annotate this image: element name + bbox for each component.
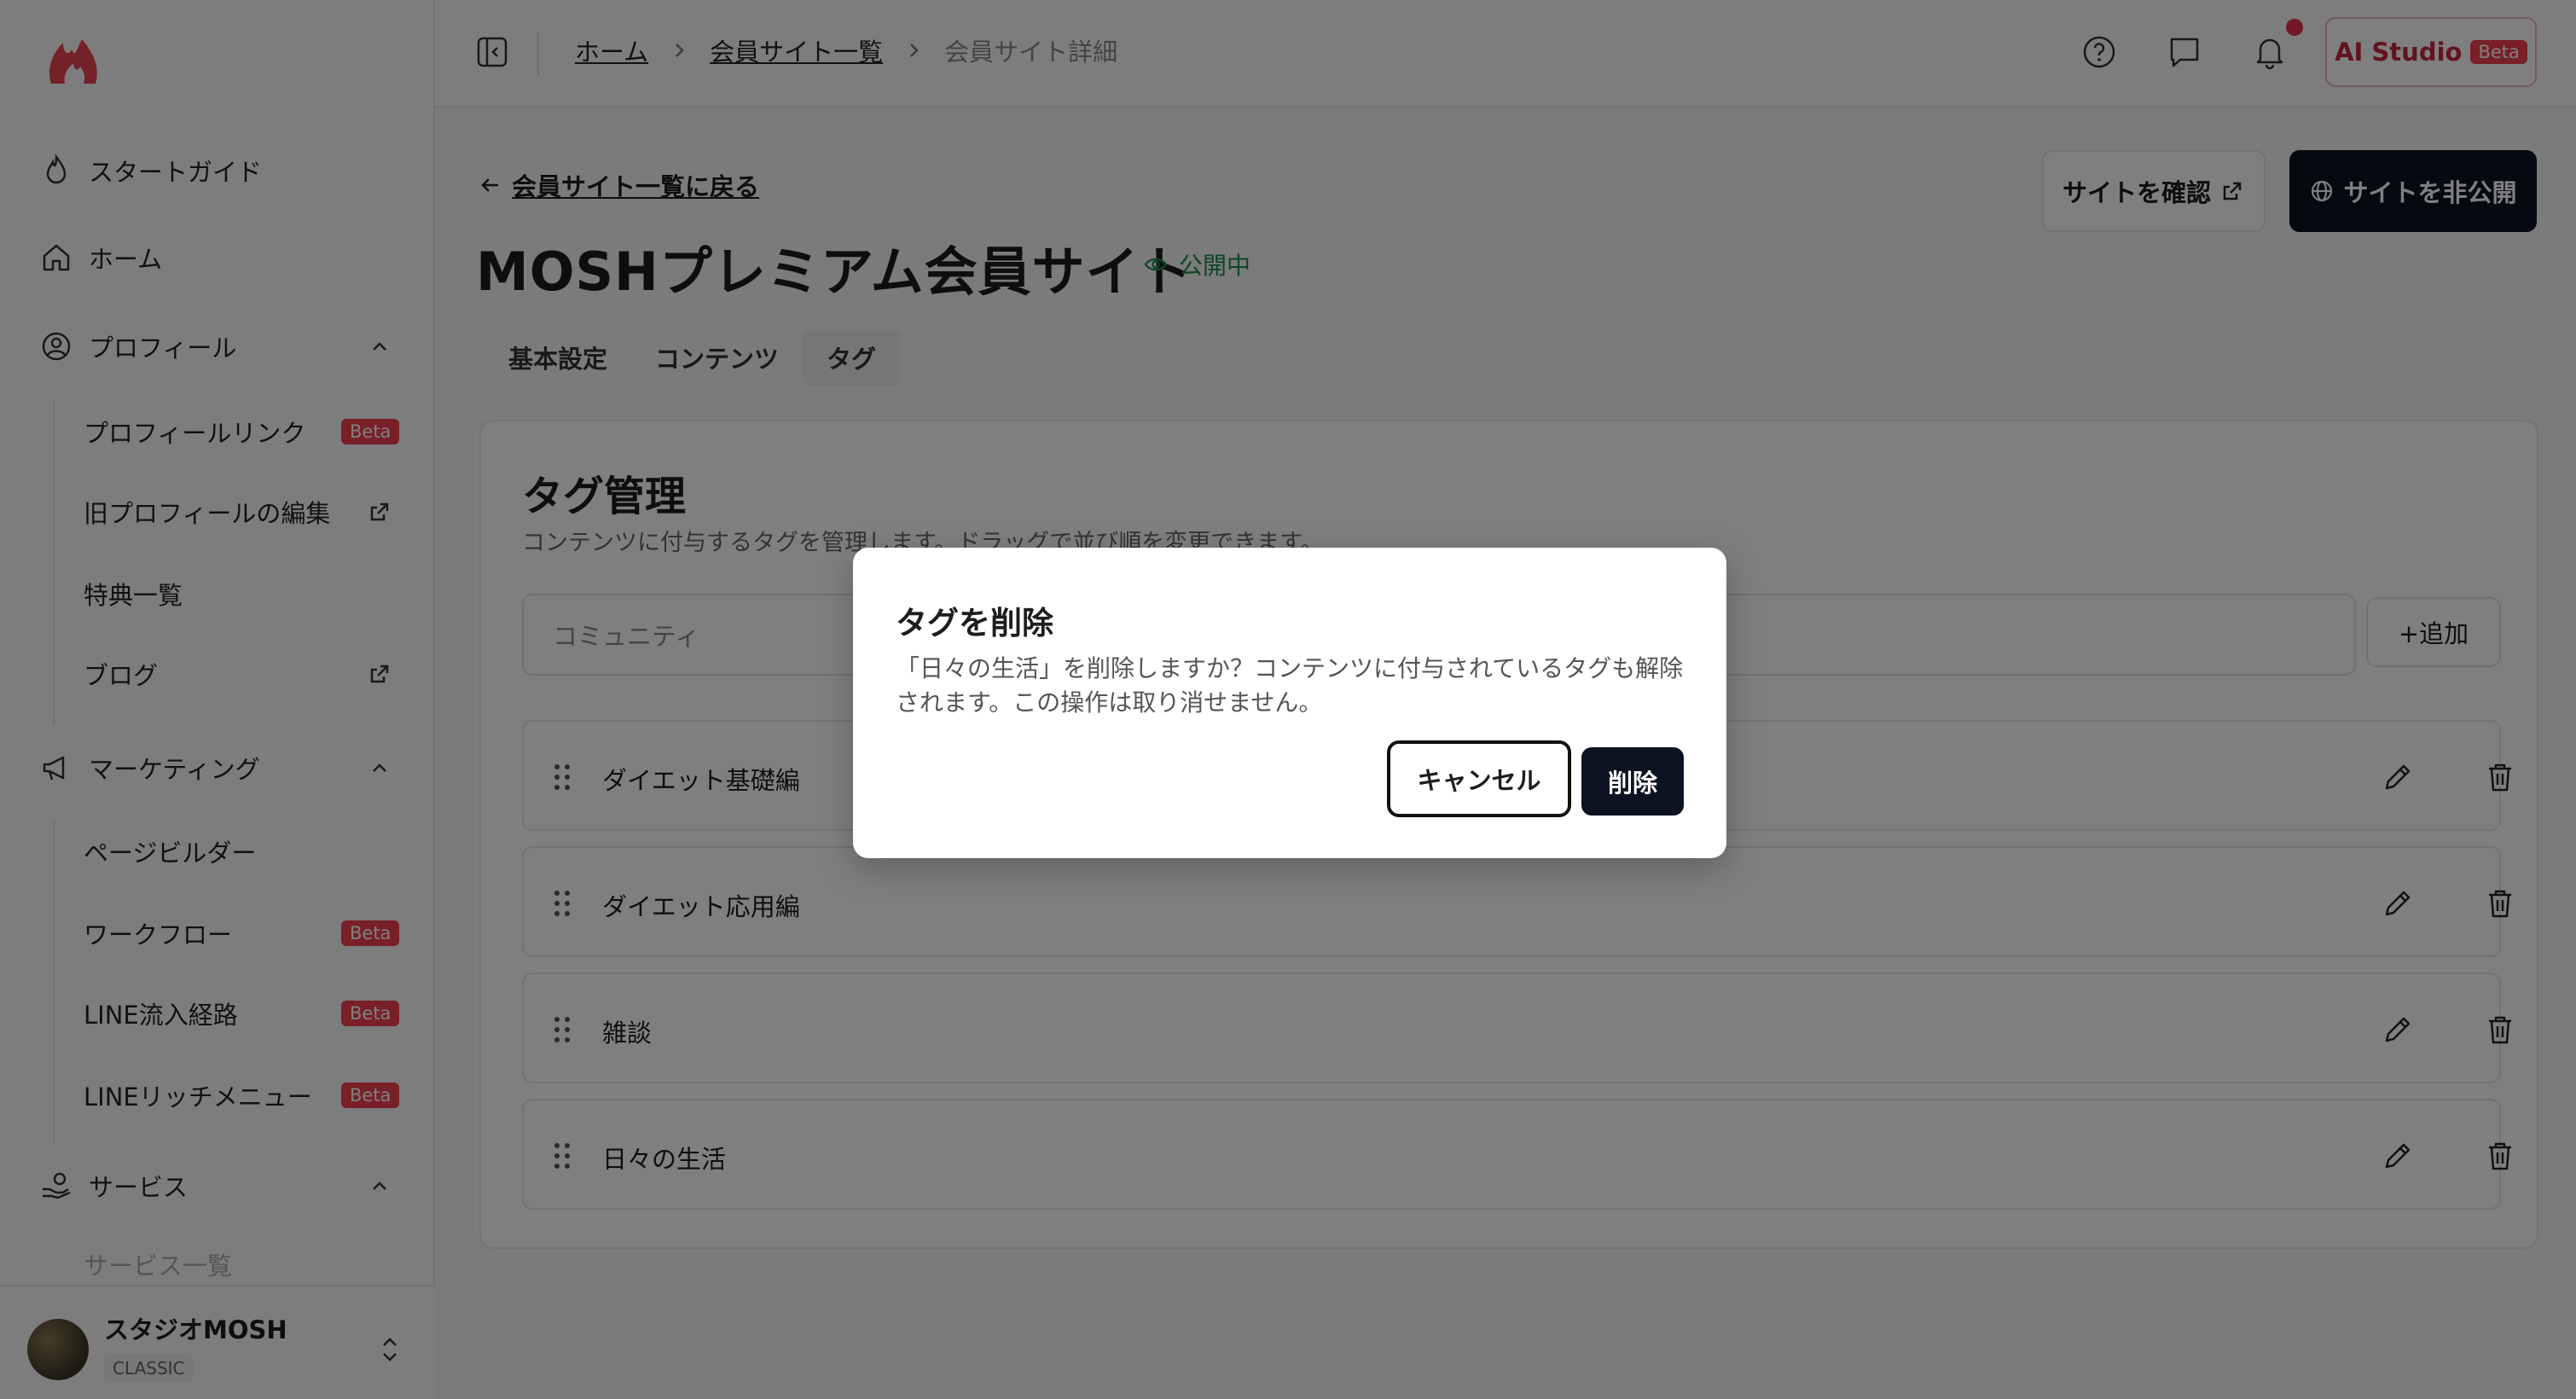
delete-tag-dialog: タグを削除 「日々の生活」を削除しますか？コンテンツに付与されているタグも解除さ… (853, 548, 1726, 858)
dialog-message: 「日々の生活」を削除しますか？コンテンツに付与されているタグも解除されます。この… (896, 654, 1684, 717)
cancel-button[interactable]: キャンセル (1387, 740, 1571, 817)
dialog-title: タグを削除 (896, 605, 1053, 641)
delete-button[interactable]: 削除 (1581, 747, 1684, 816)
